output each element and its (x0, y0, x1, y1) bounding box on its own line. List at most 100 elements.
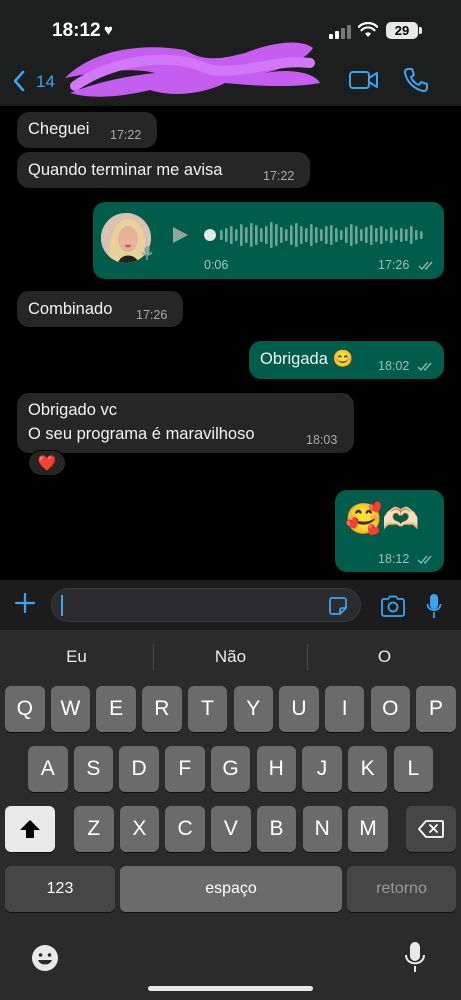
key-j[interactable]: J (302, 746, 342, 792)
waveform-bar (320, 229, 323, 241)
waveform (220, 222, 423, 248)
waveform-bar (265, 226, 268, 244)
message-time: 17:26 (378, 258, 410, 272)
delete-key[interactable] (406, 806, 456, 852)
message-time: 17:22 (263, 169, 295, 183)
message-time: 17:26 (136, 308, 168, 322)
message-incoming[interactable]: Combinado 17:26 (17, 291, 183, 327)
numbers-key[interactable]: 123 (5, 866, 115, 912)
key-i[interactable]: I (324, 686, 365, 732)
waveform-bar (395, 230, 398, 240)
message-outgoing[interactable]: Obrigada 😊 18:02 (249, 341, 444, 379)
emoji-icon[interactable] (30, 943, 60, 973)
waveform-bar (345, 227, 348, 243)
key-u[interactable]: U (279, 686, 319, 732)
playback-scrubber[interactable] (204, 229, 216, 241)
key-r[interactable]: R (142, 686, 182, 732)
suggestion-1[interactable]: Eu (0, 647, 153, 667)
return-key[interactable]: retorno (347, 866, 456, 912)
camera-icon[interactable] (380, 595, 406, 617)
waveform-bar (420, 231, 423, 239)
waveform-bar (355, 226, 358, 244)
key-p[interactable]: P (416, 686, 456, 732)
key-h[interactable]: H (256, 746, 296, 792)
waveform-bar (350, 224, 353, 246)
microphone-icon (141, 246, 153, 260)
voice-duration: 0:06 (204, 258, 229, 272)
message-input[interactable] (51, 588, 361, 622)
waveform-bar (315, 227, 318, 243)
waveform-bar (295, 223, 298, 247)
battery-level: 29 (386, 22, 418, 39)
waveform-bar (285, 229, 288, 241)
key-q[interactable]: Q (5, 686, 45, 732)
heart-reaction[interactable]: ❤️ (28, 450, 66, 476)
waveform-bar (220, 230, 223, 240)
waveform-bar (255, 225, 258, 245)
suggestion-2[interactable]: Não (154, 647, 307, 667)
chat-header: 14 (0, 42, 461, 106)
key-b[interactable]: B (256, 806, 297, 852)
key-z[interactable]: Z (74, 806, 114, 852)
waveform-bar (375, 228, 378, 242)
suggestion-3[interactable]: O (308, 647, 461, 667)
key-m[interactable]: M (348, 806, 388, 852)
microphone-icon[interactable] (426, 593, 442, 619)
message-incoming[interactable]: Quando terminar me avisa 17:22 (17, 152, 310, 188)
keyboard: Eu Não O 123 espaço retorno QWERTYUI O P… (0, 630, 461, 1000)
heart-icon: ♥ (104, 22, 113, 39)
waveform-bar (415, 230, 418, 240)
key-n[interactable]: N (302, 806, 342, 852)
key-e[interactable]: E (96, 686, 136, 732)
top-bar: 18:12 ♥ 29 14 (0, 0, 461, 106)
read-checks-icon (417, 362, 432, 372)
message-time: 18:12 (378, 552, 410, 566)
waveform-bar (250, 223, 253, 247)
waveform-bar (405, 229, 408, 241)
waveform-bar (300, 226, 303, 244)
waveform-bar (240, 224, 243, 246)
message-text-line-1: Obrigado vc (28, 401, 117, 419)
key-o[interactable]: O (370, 686, 411, 732)
key-f[interactable]: F (165, 746, 205, 792)
key-k[interactable]: K (347, 746, 388, 792)
dictation-icon[interactable] (404, 940, 426, 974)
key-l[interactable]: L (393, 746, 434, 792)
chat-screen: { "status_bar": { "time": "18:12", "batt… (0, 0, 461, 1000)
waveform-bar (310, 224, 313, 246)
text-caret (61, 595, 63, 616)
shift-icon (20, 820, 40, 838)
key-t[interactable]: T (187, 686, 228, 732)
key-g[interactable]: G (210, 746, 251, 792)
plus-icon[interactable] (14, 592, 36, 614)
message-time: 18:02 (378, 359, 410, 373)
waveform-bar (360, 229, 363, 241)
waveform-bar (305, 228, 308, 242)
message-incoming[interactable]: Cheguei 17:22 (17, 112, 157, 148)
key-c[interactable]: C (165, 806, 205, 852)
shift-key[interactable] (5, 806, 55, 852)
play-icon[interactable] (170, 225, 190, 245)
phone-icon[interactable] (402, 66, 430, 94)
message-incoming[interactable]: Obrigado vc O seu programa é maravilhoso… (17, 393, 354, 453)
suggestion-bar: Eu Não O (0, 630, 461, 682)
waveform-bar (385, 229, 388, 241)
key-s[interactable]: S (73, 746, 114, 792)
battery-tip (419, 27, 422, 34)
key-d[interactable]: D (119, 746, 159, 792)
sticker-icon[interactable] (328, 596, 348, 616)
message-text: Cheguei (28, 120, 90, 138)
key-y[interactable]: Y (233, 686, 273, 732)
waveform-bar (390, 227, 393, 243)
message-text: Quando terminar me avisa (28, 161, 223, 179)
waveform-bar (275, 224, 278, 246)
key-v[interactable]: V (211, 806, 251, 852)
space-key[interactable]: espaço (120, 866, 342, 912)
message-outgoing[interactable]: 🥰🫶🏻 18:12 (335, 490, 444, 572)
key-a[interactable]: A (28, 746, 68, 792)
key-w[interactable]: W (50, 686, 91, 732)
read-checks-icon (418, 261, 433, 271)
home-indicator[interactable] (148, 986, 313, 991)
key-x[interactable]: X (119, 806, 160, 852)
video-call-icon[interactable] (348, 66, 380, 94)
